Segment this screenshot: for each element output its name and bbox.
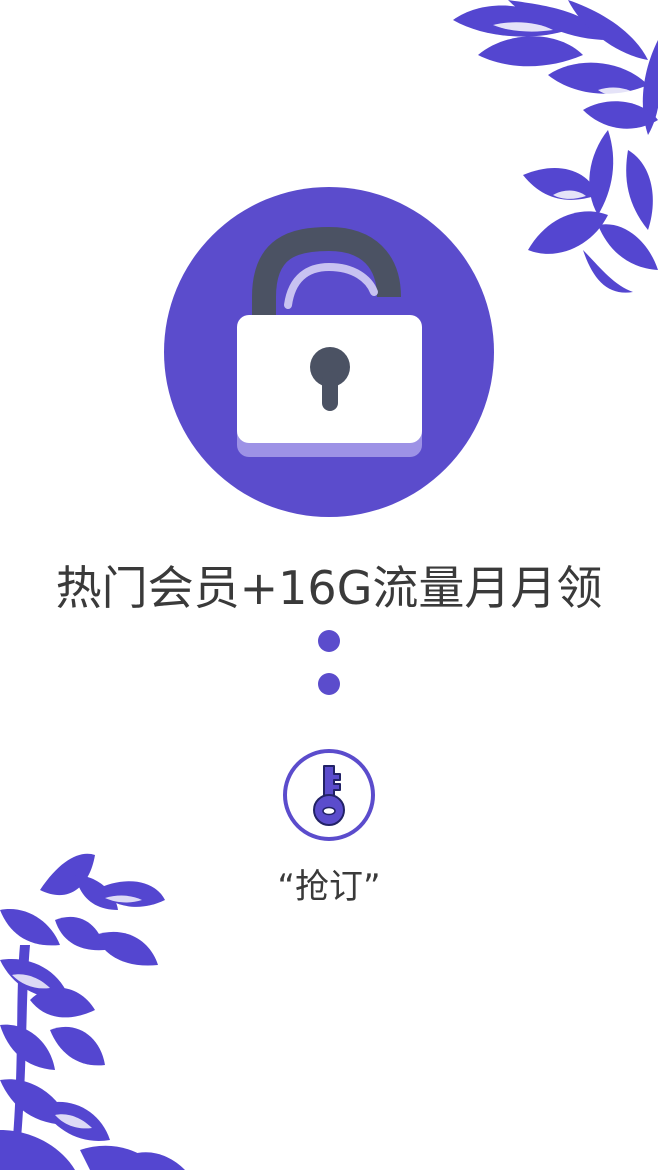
headline: 热门会员+16G流量月月领 xyxy=(55,561,603,615)
unlocked-padlock-icon xyxy=(164,187,494,517)
promo-page: 热门会员+16G流量月月领 “抢订” xyxy=(0,0,658,1170)
connector-dot xyxy=(318,630,340,652)
leaf-branch-bottom-left xyxy=(0,853,185,1170)
key-button[interactable] xyxy=(282,748,376,842)
connector-dot xyxy=(318,673,340,695)
